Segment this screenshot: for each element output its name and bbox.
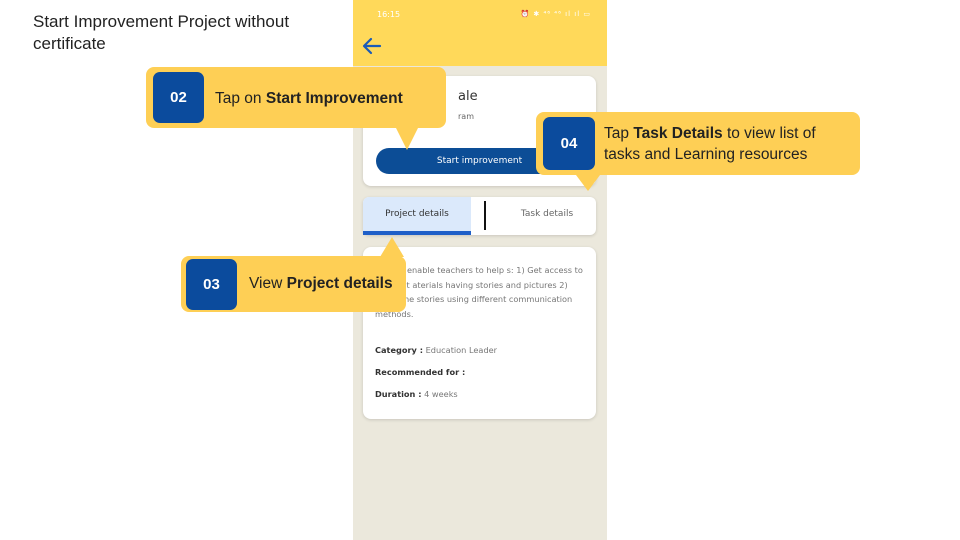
- callout-03-pointer: [380, 237, 404, 257]
- category-value: Education Leader: [425, 345, 498, 355]
- callout-02-emphasis: Start Improvement: [265, 90, 403, 107]
- callout-step-02: 02 Tap on Start Improvement: [146, 67, 446, 128]
- category-label: Category :: [375, 345, 423, 355]
- callout-03-prefix: View: [249, 275, 287, 292]
- status-bar: 16:15 ⏰ ✱ ⁴⁶ ⁴⁶ ıl ıl ▭: [353, 10, 607, 24]
- details-tabs: Project details Task details: [363, 197, 596, 235]
- status-icons: ⏰ ✱ ⁴⁶ ⁴⁶ ıl ıl ▭: [520, 10, 591, 18]
- callout-03-text: View Project details: [249, 273, 393, 294]
- callout-02-pointer: [396, 128, 418, 150]
- step-badge-03: 03: [186, 259, 237, 310]
- project-title: ale: [458, 89, 478, 104]
- duration-row: Duration : 4 weeks: [375, 389, 458, 399]
- app-bar: 16:15 ⏰ ✱ ⁴⁶ ⁴⁶ ıl ıl ▭: [353, 0, 607, 66]
- recommended-label: Recommended for :: [375, 367, 466, 377]
- callout-04-emphasis: Task Details: [633, 125, 723, 142]
- callout-02-prefix: Tap on: [215, 90, 266, 107]
- callout-03-emphasis: Project details: [286, 275, 393, 292]
- status-time: 16:15: [377, 10, 401, 19]
- duration-label: Duration :: [375, 389, 422, 399]
- tab-task-details[interactable]: Task details: [498, 197, 596, 235]
- duration-value: 4 weeks: [424, 389, 458, 399]
- step-badge-02: 02: [153, 72, 204, 123]
- callout-04-pointer: [576, 175, 600, 191]
- callout-04-prefix: Tap: [604, 125, 634, 142]
- tab-project-details[interactable]: Project details: [363, 197, 471, 235]
- recommended-row: Recommended for :: [375, 367, 465, 377]
- callout-04-text: Tap Task Details to view list of tasks a…: [604, 123, 854, 165]
- slide-title: Start Improvement Project without certif…: [33, 12, 290, 53]
- project-description: HM will enable teachers to help s: 1) Ge…: [375, 265, 583, 320]
- project-subtitle: ram: [458, 112, 474, 121]
- callout-02-text: Tap on Start Improvement: [215, 88, 403, 109]
- category-row: Category : Education Leader: [375, 345, 497, 355]
- callout-step-03: 03 View Project details: [181, 256, 406, 312]
- callout-step-04: 04 Tap Task Details to view list of task…: [536, 112, 860, 175]
- tab-divider: [484, 201, 486, 230]
- step-badge-04: 04: [543, 117, 595, 170]
- back-arrow-icon[interactable]: [361, 36, 383, 56]
